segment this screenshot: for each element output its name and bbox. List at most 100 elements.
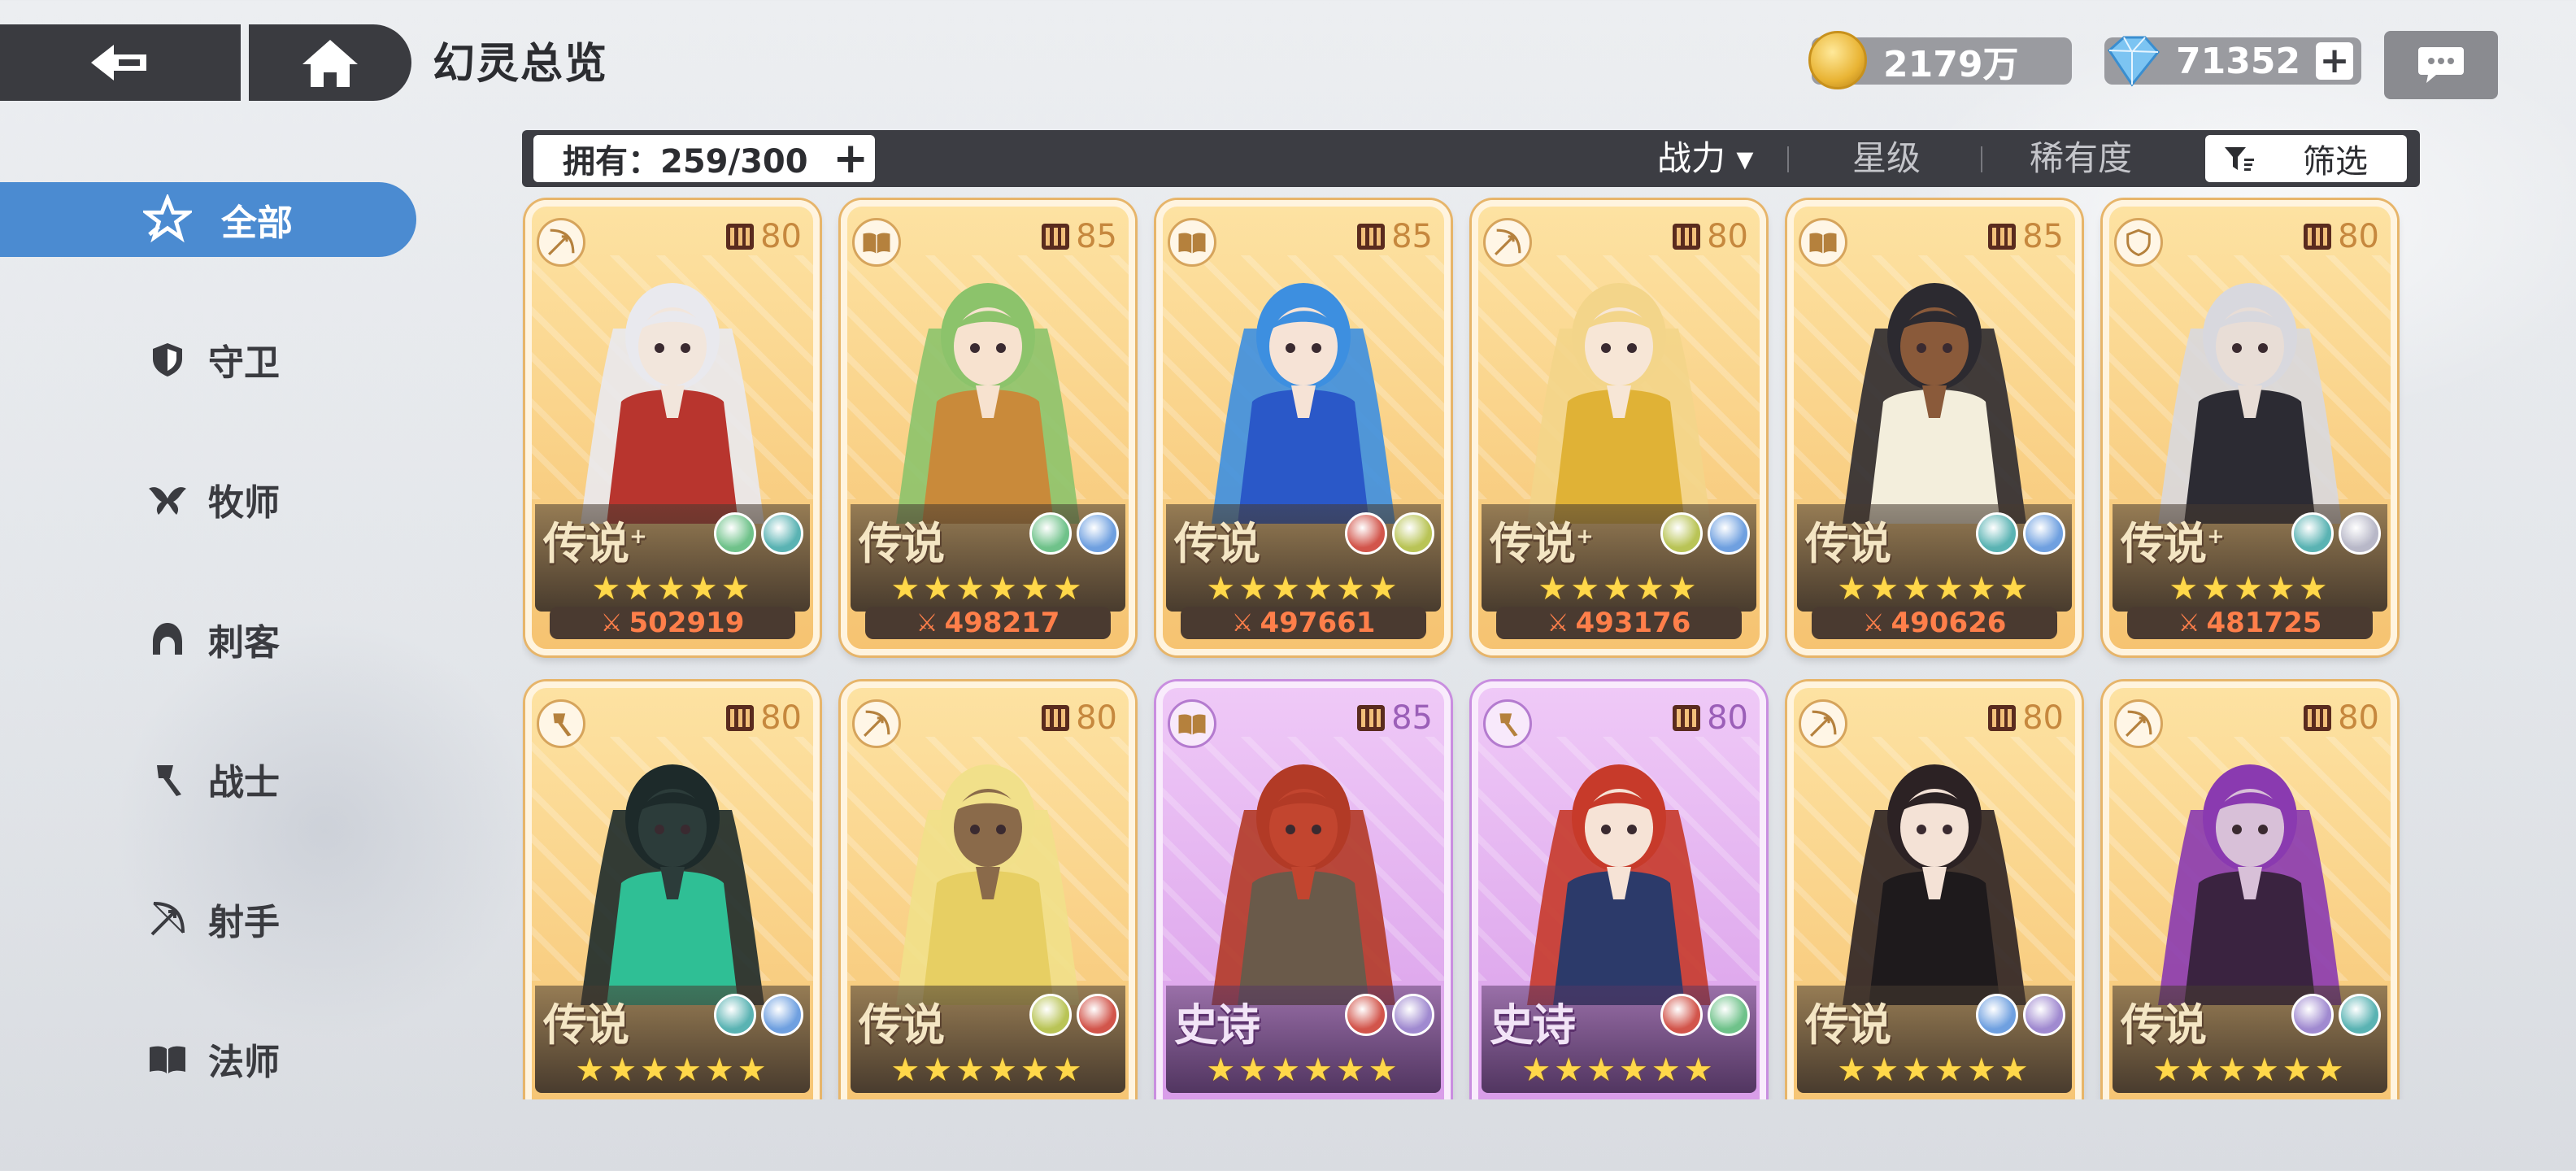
sort-power[interactable]: 战力 ▾ <box>1657 130 1753 187</box>
hero-card[interactable]: 85 史诗 ★★★★★★ <box>1156 681 1451 1099</box>
star-rating: ★★★★★★ <box>1521 1051 1717 1089</box>
sidebar-item-label: 守卫 <box>208 342 280 384</box>
hero-info-panel: 传说+ ★★★★★ <box>2113 504 2387 612</box>
rarity-label: 传说 <box>1805 989 1891 1053</box>
element-icon <box>1029 994 1072 1036</box>
star-rating: ★★★★★★ <box>890 1051 1086 1089</box>
hero-level: 80 <box>1707 699 1748 737</box>
sort-rarity[interactable]: 稀有度 <box>2030 130 2132 187</box>
level-display: 85 <box>1042 218 1117 255</box>
hero-card[interactable]: 80 传说+ ★★★★★ ⚔ 502919 <box>525 200 820 655</box>
element-icon <box>761 512 803 555</box>
star-rating: ★★★★★ <box>2169 570 2331 607</box>
element-icons <box>1971 994 2065 1036</box>
hero-card[interactable]: 85 传说 ★★★★★★ ⚔ 498217 <box>841 200 1135 655</box>
sidebar-item-archer[interactable]: 射手 <box>0 882 416 956</box>
rarity-text: 传说 <box>1805 518 1891 569</box>
level-display: 80 <box>2304 699 2379 737</box>
chat-button[interactable] <box>2384 31 2498 99</box>
hero-card[interactable]: 85 传说 ★★★★★★ ⚔ 490626 <box>1787 200 2082 655</box>
element-icon <box>714 994 756 1036</box>
level-bars-icon <box>1357 705 1386 731</box>
power-value: 481725 <box>2206 607 2322 639</box>
hero-info-panel: 史诗 ★★★★★★ <box>1482 986 1756 1093</box>
back-button[interactable] <box>0 24 241 101</box>
hero-card[interactable]: 80 传说+ ★★★★★ ⚔ 493176 <box>1472 200 1766 655</box>
page-title: 幻灵总览 <box>433 40 609 89</box>
hero-portrait <box>1527 764 1711 1005</box>
level-bars-icon <box>1988 224 2017 250</box>
rarity-label: 传说 <box>543 989 629 1053</box>
sort-stars[interactable]: 星级 <box>1852 130 1921 187</box>
level-bars-icon <box>1357 224 1386 250</box>
element-icon <box>2339 512 2381 555</box>
sidebar-item-warrior[interactable]: 战士 <box>0 742 416 816</box>
hero-info-panel: 传说 ★★★★★★ <box>851 986 1125 1093</box>
sidebar-item-all[interactable]: 全部 <box>0 182 416 257</box>
element-icons <box>1025 994 1119 1036</box>
hero-card[interactable]: 80 史诗 ★★★★★★ <box>1472 681 1766 1099</box>
rarity-text: 传说 <box>543 999 629 1051</box>
crossed-swords-icon: ⚔ <box>1862 608 1885 638</box>
gold-amount: 2179万 <box>1883 44 2019 85</box>
crossed-swords-icon: ⚔ <box>1547 608 1569 638</box>
hero-info-panel: 传说+ ★★★★★ <box>535 504 810 612</box>
hero-card[interactable]: 80 传说 ★★★★★★ <box>525 681 820 1099</box>
bow-icon <box>143 895 192 943</box>
level-display: 80 <box>1042 699 1117 737</box>
level-bars-icon <box>1988 705 2017 731</box>
book-icon <box>1799 218 1847 267</box>
filter-label: 筛选 <box>2303 143 2368 181</box>
hero-card[interactable]: 85 传说 ★★★★★★ ⚔ 497661 <box>1156 200 1451 655</box>
star-rating: ★★★★★★ <box>575 1051 770 1089</box>
level-bars-icon <box>726 705 755 731</box>
bow-icon <box>852 699 901 748</box>
level-display: 80 <box>1673 699 1748 737</box>
hero-portrait <box>1843 764 2026 1005</box>
hero-level: 80 <box>760 218 802 255</box>
element-icons <box>709 512 803 555</box>
hero-info-panel: 传说 ★★★★★★ <box>2113 986 2387 1093</box>
element-icon <box>1077 994 1119 1036</box>
axe-icon <box>537 699 585 748</box>
sidebar-item-mage[interactable]: 法师 <box>0 1021 416 1096</box>
element-icons <box>1656 512 1750 555</box>
hero-card[interactable]: 80 传说 ★★★★★★ <box>1787 681 2082 1099</box>
star-rating: ★★★★★★ <box>1206 570 1401 607</box>
element-icons <box>1656 994 1750 1036</box>
sidebar-item-guard[interactable]: 守卫 <box>0 322 416 397</box>
rarity-plus-icon: + <box>1576 525 1594 549</box>
add-gems-button[interactable]: + <box>2316 42 2353 80</box>
sidebar-item-priest[interactable]: 牧师 <box>0 462 416 537</box>
star-rating: ★★★★★ <box>591 570 754 607</box>
level-bars-icon <box>1673 224 1701 250</box>
hero-info-panel: 传说 ★★★★★★ <box>535 986 810 1093</box>
owned-count-box[interactable]: 拥有：259/300 + <box>533 135 875 182</box>
hero-info-panel: 传说 ★★★★★★ <box>1166 504 1441 612</box>
home-button[interactable] <box>249 24 411 101</box>
hood-icon <box>143 615 192 664</box>
level-bars-icon <box>1673 705 1701 731</box>
sidebar-item-label: 刺客 <box>208 622 280 664</box>
element-icons <box>1340 994 1434 1036</box>
element-icons <box>2287 512 2381 555</box>
expand-capacity-icon[interactable]: + <box>833 137 868 181</box>
hero-level: 80 <box>760 699 802 737</box>
hero-card[interactable]: 80 传说 ★★★★★★ <box>841 681 1135 1099</box>
sidebar-item-assassin[interactable]: 刺客 <box>0 602 416 677</box>
element-icon <box>1660 512 1703 555</box>
crossed-swords-icon: ⚔ <box>916 608 938 638</box>
element-icons <box>1971 512 2065 555</box>
hero-card[interactable]: 80 传说+ ★★★★★ ⚔ 481725 <box>2103 200 2397 655</box>
filter-button[interactable]: 筛选 <box>2205 135 2407 182</box>
hero-card[interactable]: 80 传说 ★★★★★★ <box>2103 681 2397 1099</box>
element-icon <box>2023 512 2065 555</box>
rarity-text: 史诗 <box>1490 999 1576 1051</box>
shield-icon <box>2114 218 2163 267</box>
book-icon <box>1168 699 1216 748</box>
wings-icon <box>143 475 192 524</box>
hero-portrait <box>896 283 1080 524</box>
filter-funnel-icon <box>2225 147 2254 171</box>
element-icon <box>2291 994 2334 1036</box>
gold-coin-icon <box>1808 31 1867 89</box>
